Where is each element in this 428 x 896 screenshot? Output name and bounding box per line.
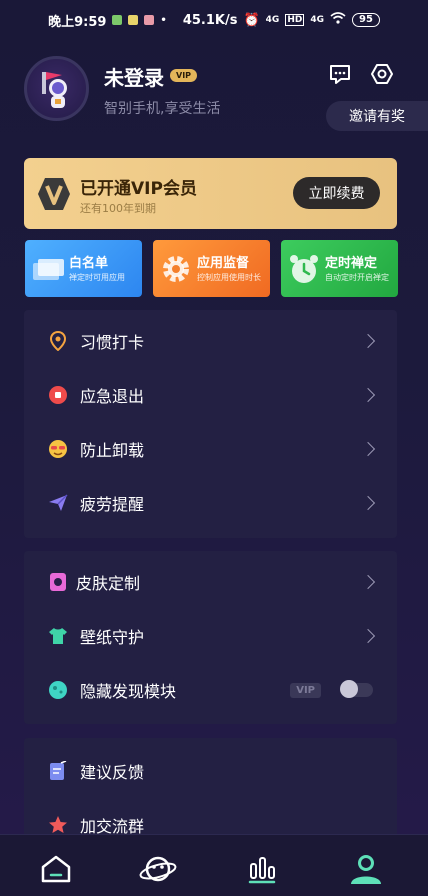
tab-stats[interactable] [242, 849, 282, 889]
feature-subtitle: 自动定时开启禅定 [325, 273, 389, 282]
menu-label: 应急退出 [80, 387, 145, 406]
menu-group-2: 皮肤定制 壁纸守护 隐藏发现模块 VIP [24, 551, 397, 724]
vip-title: 已开通VIP会员 [80, 179, 197, 199]
wifi-icon [330, 12, 346, 28]
menu-label: 壁纸守护 [80, 628, 145, 647]
shirt-icon [48, 626, 68, 646]
network-speed: 45.1K/s [182, 12, 238, 28]
chevron-right-icon [360, 495, 376, 511]
menu-item-feedback[interactable]: 建议反馈 [24, 744, 397, 798]
notification-icon [144, 15, 155, 25]
chevron-right-icon [360, 387, 376, 403]
menu-item-emergency-exit[interactable]: 应急退出 [24, 368, 397, 422]
alarm-clock-icon [290, 255, 318, 283]
menu-label: 隐藏发现模块 [80, 682, 177, 701]
menu-item-habit-checkin[interactable]: 习惯打卡 [24, 314, 397, 368]
paper-plane-icon [48, 493, 68, 513]
feedback-icon [48, 761, 68, 781]
feature-subtitle: 控制应用使用时长 [197, 273, 261, 282]
menu-label: 习惯打卡 [80, 333, 145, 352]
user-icon [351, 855, 381, 884]
chevron-right-icon [360, 333, 376, 349]
invite-button[interactable]: 邀请有奖 [326, 101, 428, 131]
status-time: 晚上9:59 [48, 14, 107, 30]
avatar[interactable] [24, 56, 89, 121]
menu-item-fatigue-reminder[interactable]: 疲劳提醒 [24, 476, 397, 530]
vip-tag: VIP [290, 682, 321, 698]
star-icon [48, 815, 68, 835]
dot-icon: • [160, 14, 167, 26]
settings-hexagon-icon[interactable] [368, 60, 396, 88]
chevron-right-icon [360, 628, 376, 644]
menu-group-1: 习惯打卡 应急退出 防止卸载 疲劳提醒 [24, 310, 397, 538]
chevron-right-icon [360, 441, 376, 457]
location-pin-icon [48, 331, 68, 351]
feature-whitelist[interactable]: 白名单 禅定时可用应用 [25, 240, 142, 297]
tab-profile[interactable] [346, 849, 386, 889]
signal-icon: 4G [265, 15, 280, 25]
planet-face-icon [139, 856, 177, 882]
vip-shield-icon [38, 178, 70, 210]
skin-icon [48, 572, 68, 592]
vip-subtitle: 还有100年到期 [80, 202, 156, 215]
feature-subtitle: 禅定时可用应用 [69, 273, 125, 282]
profile-tagline: 智别手机,享受生活 [104, 101, 221, 117]
menu-label: 防止卸载 [80, 441, 145, 460]
planet-icon [48, 680, 68, 700]
home-icon [41, 855, 71, 883]
signal-icon: 4G [310, 15, 324, 25]
tab-discover[interactable] [138, 849, 178, 889]
username[interactable]: 未登录 [104, 62, 164, 91]
menu-label: 疲劳提醒 [80, 495, 145, 514]
toggle-knob [340, 680, 358, 698]
gear-icon [163, 256, 189, 282]
bar-chart-icon [248, 857, 276, 884]
message-icon[interactable] [326, 60, 354, 88]
vip-badge: VIP [170, 69, 198, 82]
menu-label: 建议反馈 [80, 763, 145, 782]
stop-icon [48, 385, 68, 405]
astronaut-icon [41, 71, 67, 108]
notification-icon [112, 15, 123, 25]
vip-card[interactable]: 已开通VIP会员 还有100年到期 立即续费 [24, 158, 397, 229]
bottom-tab-bar [0, 834, 428, 896]
tab-home[interactable] [36, 849, 76, 889]
hd-icon: HD [285, 14, 305, 26]
status-bar: 晚上9:59 • 45.1K/s ⏰ 4G HD 4G 95 [0, 0, 428, 40]
chevron-right-icon [360, 574, 376, 590]
feature-title: 定时禅定 [325, 256, 378, 271]
renew-button[interactable]: 立即续费 [293, 177, 380, 209]
sunglasses-face-icon [48, 439, 68, 459]
menu-item-prevent-uninstall[interactable]: 防止卸载 [24, 422, 397, 476]
hide-discover-toggle[interactable] [340, 680, 373, 698]
menu-label: 皮肤定制 [76, 574, 141, 593]
feature-title: 应用监督 [197, 256, 250, 271]
feature-timed-focus[interactable]: 定时禅定 自动定时开启禅定 [281, 240, 398, 297]
cards-icon [33, 259, 64, 280]
menu-item-wallpaper-guard[interactable]: 壁纸守护 [24, 609, 397, 663]
alarm-icon: ⏰ [243, 12, 260, 28]
notification-icon [128, 15, 139, 25]
feature-title: 白名单 [69, 256, 109, 271]
menu-item-skin-custom[interactable]: 皮肤定制 [24, 555, 397, 609]
battery-icon: 95 [351, 13, 380, 27]
feature-app-supervision[interactable]: 应用监督 控制应用使用时长 [153, 240, 270, 297]
menu-group-3: 建议反馈 加交流群 [24, 738, 397, 848]
menu-item-hide-discover: 隐藏发现模块 VIP [24, 663, 397, 717]
